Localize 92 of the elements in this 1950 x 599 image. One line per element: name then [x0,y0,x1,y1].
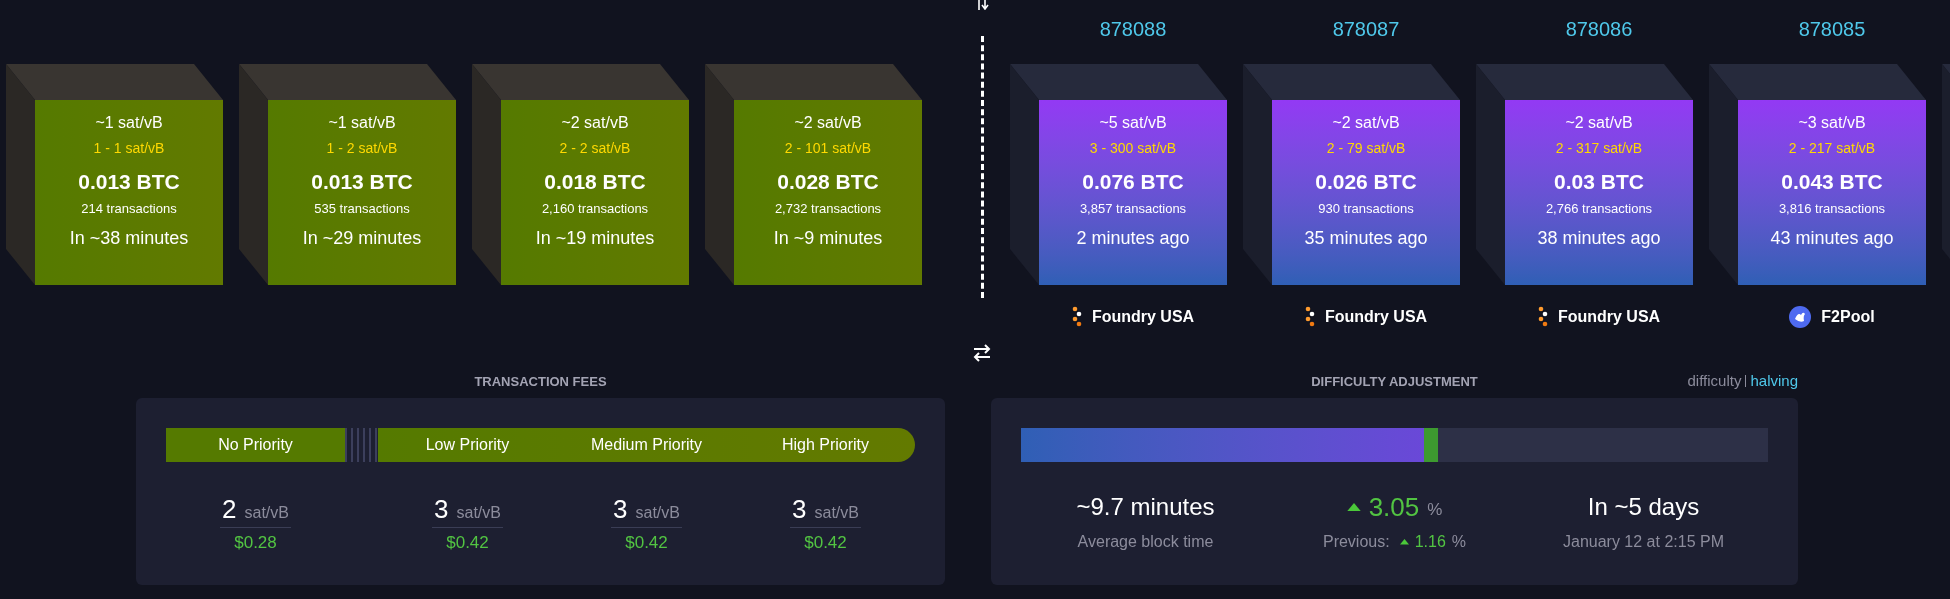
priority-label: Low Priority [425,435,510,455]
fee-unit: sat/vB [814,503,859,523]
section-title: TRANSACTION FEES [474,373,607,391]
block-face[interactable]: ~5 sat/vB 3 - 300 sat/vB 0.076 BTC 3,857 transactions 2 minutes ago [1039,100,1227,285]
fee-usd: $0.42 [446,532,489,554]
block-time: 43 minutes ago [1770,227,1894,250]
fee-range: 2 - 2 sat/vB [559,139,631,158]
mining-pool-link[interactable]: Foundry USA [1557,305,1661,329]
tab-link[interactable]: difficulty [1687,370,1742,393]
median-fee: ~2 sat/vB [794,113,862,133]
mining-pool-link[interactable]: Foundry USA [1324,305,1428,329]
fee-usd: $0.28 [234,532,277,554]
dots-icon [1304,306,1315,328]
fee-range: 2 - 101 sat/vB [784,139,872,158]
transaction-count: 2,160 transactions [541,200,649,218]
swap-arrows-icon[interactable] [972,344,992,362]
block-time: 35 minutes ago [1304,227,1428,250]
percent-sign: % [1451,532,1467,552]
block-time: In ~38 minutes [69,227,189,250]
mining-pool-link[interactable]: Foundry USA [1091,305,1195,329]
mining-pool-link[interactable]: F2Pool [1821,305,1875,329]
block-height-link[interactable]: 878087 [1332,16,1400,42]
block-face[interactable]: ~2 sat/vB 2 - 317 sat/vB 0.03 BTC 2,766 transactions 38 minutes ago [1505,100,1693,285]
block-time: In ~19 minutes [535,227,655,250]
previous-label: Previous: [1322,532,1390,552]
median-fee: ~2 sat/vB [1332,113,1400,133]
transaction-count: 3,857 transactions [1079,200,1187,218]
block-height-link[interactable]: 878088 [1099,16,1167,42]
fee-range: 1 - 2 sat/vB [326,139,398,158]
block-time: In ~9 minutes [773,227,883,250]
bird-icon [1789,306,1812,328]
block-total: 0.013 BTC [78,169,180,195]
block-total: 0.03 BTC [1554,169,1644,195]
fee-usd: $0.42 [804,532,847,554]
block-total: 0.076 BTC [1082,169,1184,195]
transaction-count: 214 transactions [81,200,177,218]
block-total: 0.028 BTC [777,169,879,195]
median-fee: ~1 sat/vB [95,113,163,133]
transaction-count: 535 transactions [314,200,410,218]
section-title: DIFFICULTY ADJUSTMENT [1311,373,1478,391]
block-height-link[interactable]: 878085 [1798,16,1866,42]
transaction-count: 930 transactions [1318,200,1414,218]
block-total: 0.018 BTC [544,169,646,195]
median-fee: ~3 sat/vB [1798,113,1866,133]
stat-label: January 12 at 2:15 PM [1563,532,1724,552]
fee-unit: sat/vB [244,503,289,523]
percent-sign: % [1427,499,1443,522]
fee-value: 3 [792,494,807,524]
up-down-arrows-icon[interactable] [975,0,989,10]
priority-label: High Priority [781,435,870,455]
block-time: 38 minutes ago [1537,227,1661,250]
stat-value: In ~5 days [1587,492,1700,522]
transaction-count: 3,816 transactions [1778,200,1886,218]
dots-icon [1537,306,1548,328]
dots-icon [1071,306,1082,328]
expected-marker [1424,428,1439,462]
block-height-link[interactable]: 878086 [1565,16,1633,42]
fee-range: 1 - 1 sat/vB [93,139,165,158]
fee-unit: sat/vB [456,503,501,523]
block-face[interactable]: ~3 sat/vB 2 - 217 sat/vB 0.043 BTC 3,816 transactions 43 minutes ago [1738,100,1926,285]
median-fee: ~2 sat/vB [561,113,629,133]
transaction-count: 2,732 transactions [774,200,882,218]
fee-value: 3 [613,494,628,524]
fee-value: 2 [222,494,237,524]
transaction-count: 2,766 transactions [1545,200,1653,218]
block-total: 0.026 BTC [1315,169,1417,195]
block-total: 0.043 BTC [1781,169,1883,195]
block-face[interactable]: ~2 sat/vB 2 - 2 sat/vB 0.018 BTC 2,160 transactions In ~19 minutes [501,100,689,285]
fee-usd: $0.42 [625,532,668,554]
block-time: 2 minutes ago [1076,227,1190,250]
block-face[interactable]: ~2 sat/vB 2 - 79 sat/vB 0.026 BTC 930 transactions 35 minutes ago [1272,100,1460,285]
block-face[interactable]: ~2 sat/vB 2 - 101 sat/vB 0.028 BTC 2,732 transactions In ~9 minutes [734,100,922,285]
fee-range: 2 - 79 sat/vB [1326,139,1406,158]
priority-label: No Priority [166,428,345,462]
median-fee: ~5 sat/vB [1099,113,1167,133]
fee-unit: sat/vB [635,503,680,523]
block-face[interactable]: ~1 sat/vB 1 - 2 sat/vB 0.013 BTC 535 transactions In ~29 minutes [268,100,456,285]
block-time: In ~29 minutes [302,227,422,250]
stat-label: Average block time [1077,532,1214,552]
median-fee: ~1 sat/vB [328,113,396,133]
block-face[interactable]: ~1 sat/vB 1 - 1 sat/vB 0.013 BTC 214 transactions In ~38 minutes [35,100,223,285]
fee-range: 3 - 300 sat/vB [1089,139,1177,158]
stat-value: ~9.7 minutes [1076,492,1215,522]
fee-value: 3 [434,494,449,524]
previous-change: 1.16 [1414,532,1446,552]
block-total: 0.013 BTC [311,169,413,195]
median-fee: ~2 sat/vB [1565,113,1633,133]
difficulty-change: 3.05 [1368,490,1420,524]
fee-range: 2 - 317 sat/vB [1555,139,1643,158]
fee-range: 2 - 217 sat/vB [1788,139,1876,158]
priority-label: Medium Priority [590,435,703,455]
tab-link[interactable]: halving [1750,370,1798,393]
